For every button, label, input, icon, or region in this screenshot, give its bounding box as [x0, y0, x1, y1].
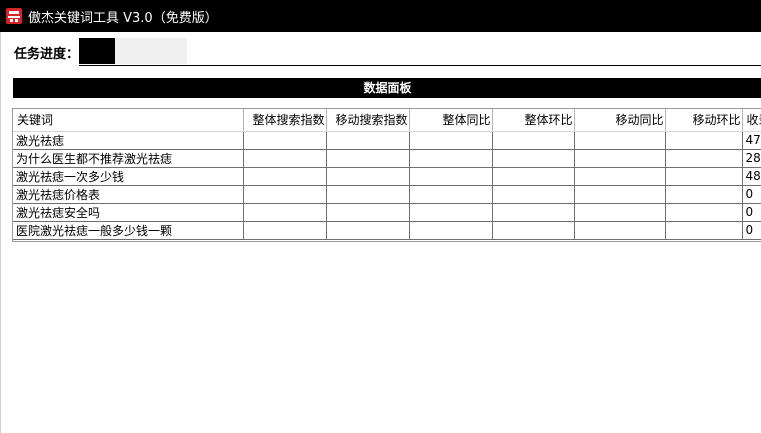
table-cell[interactable] — [665, 185, 743, 204]
data-grid[interactable]: 关键词 整体搜索指数 移动搜索指数 整体同比 整体环比 移动同比 移动环比 收录… — [12, 108, 761, 242]
table-cell[interactable] — [409, 149, 493, 168]
column-header-overall-yoy[interactable]: 整体同比 — [409, 109, 493, 132]
column-header-mobile-search-index[interactable]: 移动搜索指数 — [326, 109, 410, 132]
table-cell[interactable] — [243, 167, 327, 186]
keyword-cell[interactable]: 激光祛痣一次多少钱 — [13, 167, 244, 186]
table-cell[interactable] — [574, 149, 666, 168]
main-window: 任务进度： 数据面板 关键词 整体搜索指数 移动搜索指数 整体同比 整体环比 移… — [0, 32, 761, 433]
indexed-cell[interactable]: 282 — [742, 149, 761, 168]
table-cell[interactable] — [665, 149, 743, 168]
table-cell[interactable] — [326, 185, 410, 204]
table-cell[interactable] — [665, 203, 743, 222]
table-row[interactable]: 激光祛痣价格表 0 — [13, 185, 761, 204]
table-cell[interactable] — [326, 203, 410, 222]
table-header-row: 关键词 整体搜索指数 移动搜索指数 整体同比 整体环比 移动同比 移动环比 收录 — [13, 109, 761, 132]
data-panel-header: 数据面板 — [13, 78, 761, 98]
column-header-overall-mom[interactable]: 整体环比 — [492, 109, 575, 132]
table-row[interactable]: 激光祛痣安全吗 0 — [13, 203, 761, 222]
table-row[interactable]: 激光祛痣 470 — [13, 131, 761, 150]
table-cell[interactable] — [409, 203, 493, 222]
table-cell[interactable] — [492, 185, 575, 204]
table-cell[interactable] — [665, 221, 743, 240]
column-header-indexed[interactable]: 收录 — [742, 109, 761, 132]
divider — [79, 65, 761, 66]
table-cell[interactable] — [574, 203, 666, 222]
table-cell[interactable] — [326, 131, 410, 150]
keyword-cell[interactable]: 激光祛痣 — [13, 131, 244, 150]
table-row[interactable]: 激光祛痣一次多少钱 480 — [13, 167, 761, 186]
table-row[interactable]: 医院激光祛痣一般多少钱一颗 0 — [13, 221, 761, 240]
table-cell[interactable] — [409, 185, 493, 204]
table-cell[interactable] — [243, 131, 327, 150]
table-cell[interactable] — [492, 203, 575, 222]
table-cell[interactable] — [326, 167, 410, 186]
table-cell[interactable] — [574, 185, 666, 204]
title-bar: 傲杰关键词工具 V3.0（免费版） — [0, 0, 761, 32]
progress-bar — [79, 38, 187, 64]
table-cell[interactable] — [409, 221, 493, 240]
table-cell[interactable] — [243, 203, 327, 222]
progress-bar-fill — [79, 38, 115, 64]
indexed-cell[interactable]: 0 — [742, 203, 761, 222]
table-cell[interactable] — [665, 131, 743, 150]
table-cell[interactable] — [574, 131, 666, 150]
data-table: 关键词 整体搜索指数 移动搜索指数 整体同比 整体环比 移动同比 移动环比 收录… — [13, 109, 761, 240]
column-header-overall-search-index[interactable]: 整体搜索指数 — [243, 109, 327, 132]
indexed-cell[interactable]: 0 — [742, 221, 761, 240]
table-cell[interactable] — [492, 149, 575, 168]
indexed-cell[interactable]: 0 — [742, 185, 761, 204]
table-cell[interactable] — [492, 131, 575, 150]
table-cell[interactable] — [243, 221, 327, 240]
table-cell[interactable] — [409, 167, 493, 186]
keyword-cell[interactable]: 医院激光祛痣一般多少钱一颗 — [13, 221, 244, 240]
indexed-cell[interactable]: 480 — [742, 167, 761, 186]
table-cell[interactable] — [574, 221, 666, 240]
keyword-cell[interactable]: 为什么医生都不推荐激光祛痣 — [13, 149, 244, 168]
window-title: 傲杰关键词工具 V3.0（免费版） — [28, 10, 218, 26]
column-header-mobile-yoy[interactable]: 移动同比 — [574, 109, 666, 132]
progress-section: 任务进度： — [1, 38, 761, 65]
table-cell[interactable] — [243, 185, 327, 204]
table-cell[interactable] — [492, 221, 575, 240]
keyword-cell[interactable]: 激光祛痣价格表 — [13, 185, 244, 204]
table-cell[interactable] — [326, 221, 410, 240]
table-row[interactable]: 为什么医生都不推荐激光祛痣 282 — [13, 149, 761, 168]
indexed-cell[interactable]: 470 — [742, 131, 761, 150]
table-cell[interactable] — [492, 167, 575, 186]
column-header-keyword[interactable]: 关键词 — [13, 109, 244, 132]
progress-label: 任务进度： — [14, 47, 80, 62]
keyword-cell[interactable]: 激光祛痣安全吗 — [13, 203, 244, 222]
column-header-mobile-mom[interactable]: 移动环比 — [665, 109, 743, 132]
table-cell[interactable] — [243, 149, 327, 168]
table-cell[interactable] — [665, 167, 743, 186]
table-cell[interactable] — [326, 149, 410, 168]
table-cell[interactable] — [574, 167, 666, 186]
app-logo-icon — [6, 8, 22, 24]
table-cell[interactable] — [409, 131, 493, 150]
